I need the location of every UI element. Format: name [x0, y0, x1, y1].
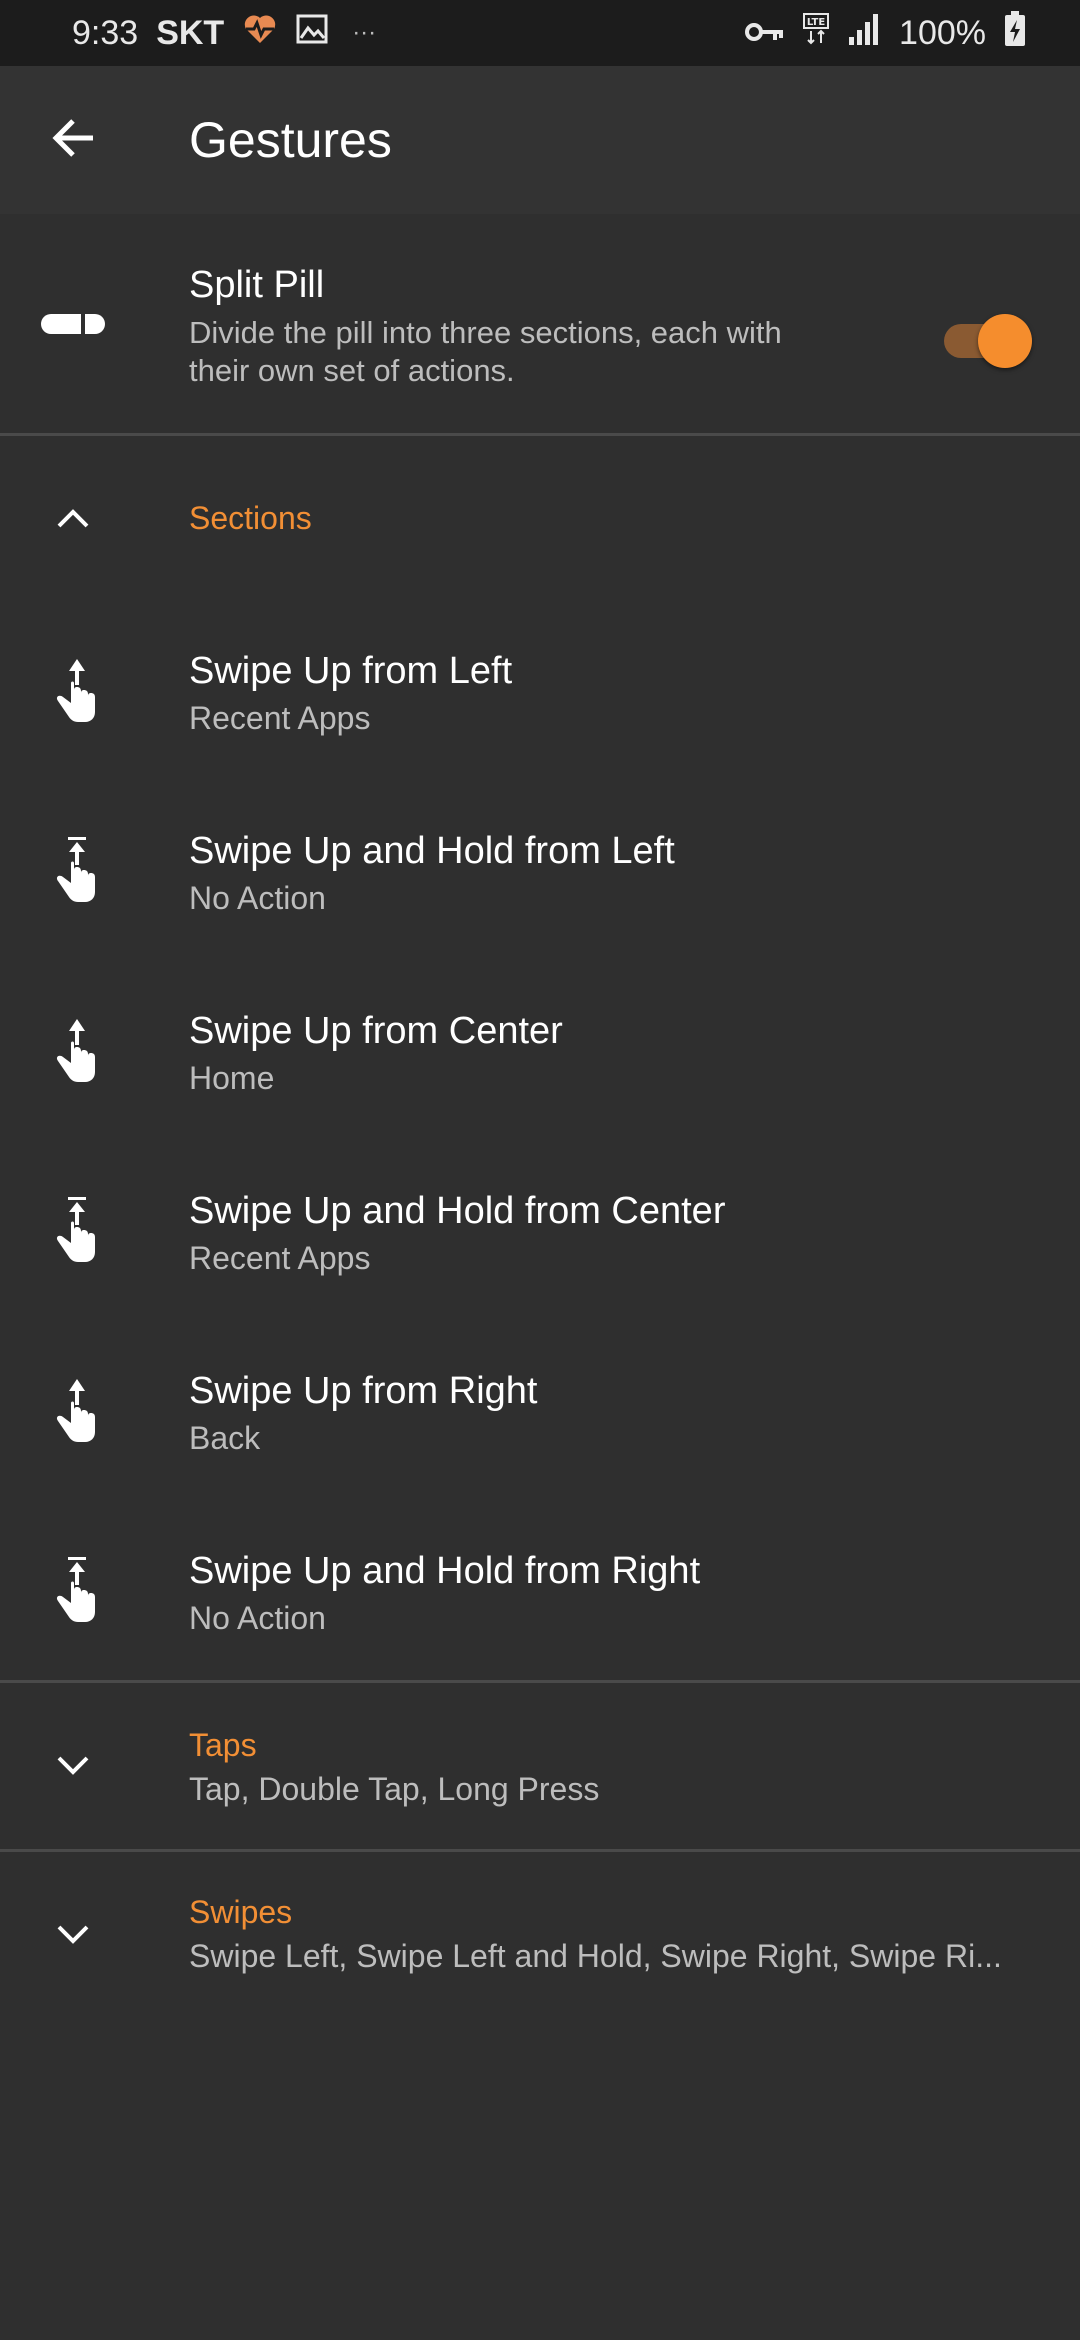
swipe-up-icon: [0, 600, 146, 780]
list-item[interactable]: Swipe Up from Center Home: [0, 960, 1080, 1140]
sections-header[interactable]: Sections: [0, 436, 1080, 600]
taps-group[interactable]: Taps Tap, Double Tap, Long Press: [0, 1683, 1080, 1849]
swipe-up-hold-icon: [0, 780, 146, 960]
split-pill-title: Split Pill: [189, 264, 325, 306]
arrow-left-icon: [51, 116, 95, 165]
taps-title: Taps: [189, 1727, 257, 1763]
battery-charging-icon: [1004, 10, 1026, 56]
image-icon: [296, 14, 328, 53]
status-left: 9:33 SKT ···: [72, 13, 376, 54]
swipes-title: Swipes: [189, 1894, 293, 1930]
back-button[interactable]: [0, 66, 146, 214]
split-pill-row[interactable]: Split Pill Divide the pill into three se…: [0, 214, 1080, 434]
list-item-title: Swipe Up and Hold from Right: [189, 1550, 701, 1592]
list-item-value: No Action: [189, 880, 326, 916]
split-pill-subtitle-1: Divide the pill into three sections, eac…: [189, 315, 782, 350]
sections-title: Sections: [189, 500, 312, 536]
svg-text:LTE: LTE: [807, 17, 826, 28]
split-pill-text: Split Pill Divide the pill into three se…: [189, 262, 1040, 390]
taps-text: Taps Tap, Double Tap, Long Press: [189, 1725, 1040, 1809]
list-item[interactable]: Swipe Up and Hold from Left No Action: [0, 780, 1080, 960]
list-item-title: Swipe Up from Left: [189, 650, 513, 692]
list-item[interactable]: Swipe Up and Hold from Right No Action: [0, 1500, 1080, 1680]
list-item-title: Swipe Up from Center: [189, 1010, 563, 1052]
split-pill-icon: [0, 214, 146, 434]
list-item-text: Swipe Up from Left Recent Apps: [189, 648, 1040, 738]
list-item[interactable]: Swipe Up from Right Back: [0, 1320, 1080, 1500]
swipe-up-icon: [0, 960, 146, 1140]
status-carrier: SKT: [156, 13, 225, 52]
list-item-text: Swipe Up from Right Back: [189, 1368, 1040, 1458]
list-item-title: Swipe Up and Hold from Left: [189, 830, 675, 872]
taps-summary: Tap, Double Tap, Long Press: [189, 1771, 600, 1807]
chevron-up-icon: [0, 436, 146, 600]
swipes-group[interactable]: Swipes Swipe Left, Swipe Left and Hold, …: [0, 1852, 1080, 2018]
list-item[interactable]: Swipe Up and Hold from Center Recent App…: [0, 1140, 1080, 1320]
list-item[interactable]: Swipe Up from Left Recent Apps: [0, 600, 1080, 780]
list-item-text: Swipe Up and Hold from Right No Action: [189, 1548, 1040, 1638]
list-item-text: Swipe Up and Hold from Left No Action: [189, 828, 1040, 918]
heart-rate-icon: [242, 13, 278, 54]
swipe-up-hold-icon: [0, 1500, 146, 1680]
list-item-text: Swipe Up from Center Home: [189, 1008, 1040, 1098]
list-item-value: No Action: [189, 1600, 326, 1636]
lte-icon: LTE: [803, 12, 830, 54]
battery-text: 100%: [899, 13, 986, 52]
split-pill-toggle[interactable]: [944, 312, 1032, 368]
chevron-down-icon: [0, 1852, 146, 2018]
list-item-text: Swipe Up and Hold from Center Recent App…: [189, 1188, 1040, 1278]
split-pill-subtitle-2: their own set of actions.: [189, 353, 515, 388]
list-item-value: Back: [189, 1420, 261, 1456]
swipe-up-icon: [0, 1320, 146, 1500]
status-bar: 9:33 SKT ··· LTE 100%: [0, 0, 1080, 66]
list-item-value: Home: [189, 1060, 275, 1096]
status-right: LTE 100%: [745, 10, 1026, 56]
page-title: Gestures: [189, 112, 392, 168]
signal-icon: [847, 13, 881, 54]
status-more-dots: ···: [352, 19, 377, 46]
swipes-summary: Swipe Left, Swipe Left and Hold, Swipe R…: [189, 1938, 1002, 1974]
list-item-title: Swipe Up and Hold from Center: [189, 1190, 726, 1232]
swipe-up-hold-icon: [0, 1140, 146, 1320]
list-item-value: Recent Apps: [189, 1240, 371, 1276]
swipes-text: Swipes Swipe Left, Swipe Left and Hold, …: [189, 1892, 1040, 1976]
list-item-value: Recent Apps: [189, 700, 371, 736]
toggle-thumb: [978, 314, 1032, 368]
status-time: 9:33: [72, 13, 139, 52]
app-bar: Gestures: [0, 66, 1080, 214]
chevron-down-icon: [0, 1683, 146, 1849]
vpn-key-icon: [745, 14, 785, 53]
list-item-title: Swipe Up from Right: [189, 1370, 538, 1412]
